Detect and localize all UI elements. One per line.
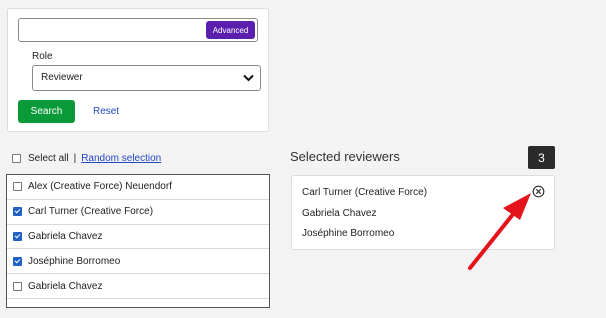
separator: |: [73, 153, 77, 164]
chevron-down-icon: [243, 74, 254, 82]
reviewer-checkbox[interactable]: [13, 281, 22, 291]
reviewer-name: Gabriela Chavez: [28, 230, 103, 242]
selected-reviewers-panel: Carl Turner (Creative Force) Gabriela Ch…: [291, 175, 555, 250]
reviewer-name: Joséphine Borromeo: [28, 255, 121, 267]
select-all-label[interactable]: Select all: [28, 153, 69, 164]
reviewer-checkbox[interactable]: [13, 207, 22, 217]
selected-reviewer: Gabriela Chavez: [302, 208, 377, 219]
selected-reviewer: Joséphine Borromeo: [302, 228, 395, 239]
reviewer-checkbox[interactable]: [13, 231, 22, 241]
close-circle-icon[interactable]: [532, 185, 545, 198]
advanced-button[interactable]: Advanced: [206, 21, 255, 39]
reviewer-list[interactable]: Alex (Creative Force) Neuendorf Carl Tur…: [6, 174, 270, 308]
list-item[interactable]: Carl Turner (Creative Force): [7, 200, 269, 225]
selected-reviewer: Carl Turner (Creative Force): [302, 187, 428, 198]
reviewer-name: Alex (Creative Force) Neuendorf: [28, 181, 172, 193]
list-item[interactable]: Gabriela Chavez: [7, 225, 269, 250]
role-select[interactable]: Reviewer: [32, 65, 261, 91]
reviewer-name: Carl Turner (Creative Force): [28, 206, 154, 218]
reviewer-checkbox[interactable]: [13, 256, 22, 266]
select-all-checkbox[interactable]: [12, 154, 21, 163]
selected-reviewers-title: Selected reviewers: [290, 149, 400, 164]
list-item[interactable]: Joséphine Borromeo: [7, 249, 269, 275]
random-selection-link[interactable]: Random selection: [81, 153, 161, 164]
search-button[interactable]: Search: [18, 100, 75, 123]
reviewer-name: Gabriela Chavez: [28, 280, 103, 292]
role-label: Role: [32, 51, 53, 62]
reset-link[interactable]: Reset: [93, 106, 119, 117]
search-field: Advanced: [18, 18, 258, 42]
selected-count-badge: 3: [528, 146, 555, 169]
search-panel: Advanced Role Reviewer Search Reset: [7, 8, 269, 132]
role-selected-value: Reviewer: [41, 72, 83, 83]
list-controls: Select all | Random selection: [12, 153, 161, 164]
list-item[interactable]: Gabriela Chavez: [7, 274, 269, 299]
search-input[interactable]: [23, 21, 203, 39]
reviewer-checkbox[interactable]: [13, 182, 22, 192]
list-item[interactable]: Alex (Creative Force) Neuendorf: [7, 175, 269, 200]
